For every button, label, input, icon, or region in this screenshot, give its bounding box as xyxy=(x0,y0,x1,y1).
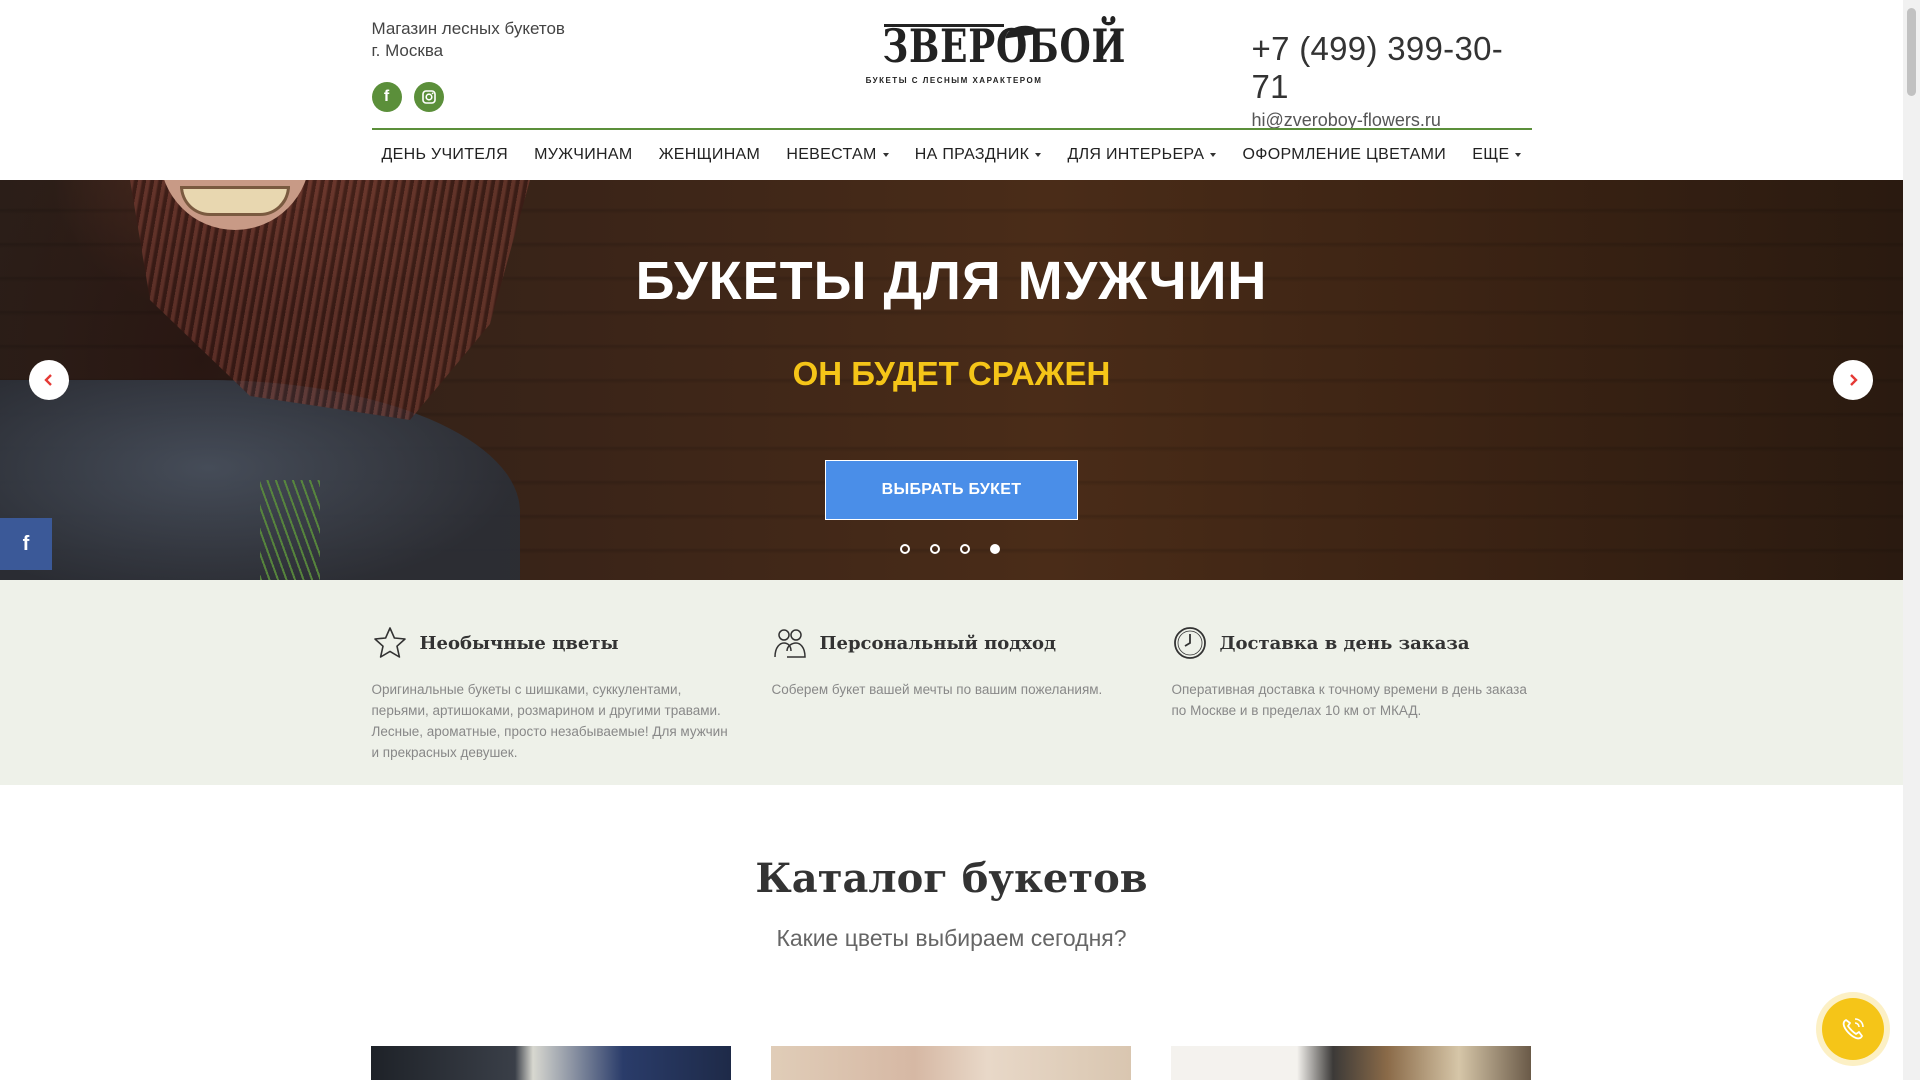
nav-item-holiday[interactable]: НА ПРАЗДНИК xyxy=(914,146,1042,164)
page-scrollbar[interactable] xyxy=(1903,0,1920,1080)
nav-item-brides[interactable]: НЕВЕСТАМ xyxy=(786,146,889,164)
shop-info: Магазин лесных букетов г. Москва xyxy=(372,18,565,62)
slider-dot-active[interactable] xyxy=(990,544,1000,554)
nav-label: ДЕНЬ УЧИТЕЛЯ xyxy=(381,146,508,163)
catalog-card-image[interactable] xyxy=(771,1046,1131,1080)
nav-item-women[interactable]: ЖЕНЩИНАМ xyxy=(659,146,760,164)
hero-subtitle: ОН БУДЕТ СРАЖЕН xyxy=(792,355,1111,392)
hero-title: БУКЕТЫ ДЛЯ МУЖЧИН xyxy=(635,251,1268,311)
facebook-share-button[interactable]: f xyxy=(0,518,52,570)
callback-button[interactable] xyxy=(1822,998,1884,1060)
nav-item-more[interactable]: ЕЩЕ xyxy=(1472,146,1522,164)
caret-down-icon xyxy=(1035,153,1042,157)
catalog-cards xyxy=(371,1046,1531,1080)
nav-label: ДЛЯ ИНТЕРЬЕРА xyxy=(1067,146,1205,163)
feature-personal-approach: Персональный подход Соберем букет вашей … xyxy=(772,625,1132,763)
star-icon xyxy=(373,627,406,658)
shop-city: г. Москва xyxy=(371,41,444,60)
feature-text: Оперативная доставка к точному времени в… xyxy=(1171,682,1527,718)
phone-icon xyxy=(1842,1018,1864,1040)
clock-icon xyxy=(1173,627,1206,659)
features-section: Необычные цветы Оригинальные букеты с ши… xyxy=(0,580,1903,785)
people-icon xyxy=(773,629,806,658)
catalog-subtitle: Какие цветы выбираем сегодня? xyxy=(776,925,1127,951)
nav-item-interior[interactable]: ДЛЯ ИНТЕРЬЕРА xyxy=(1067,146,1217,164)
logo-tagline: БУКЕТЫ С ЛЕСНЫМ ХАРАКТЕРОМ xyxy=(865,76,1043,85)
logo-brand: ЗВЕРОБОЙ xyxy=(881,19,1126,73)
scrollbar-thumb[interactable] xyxy=(1907,8,1916,96)
nav-label: НЕВЕСТАМ xyxy=(786,146,877,163)
catalog-title: Каталог букетов xyxy=(755,855,1148,902)
shop-description: Магазин лесных букетов xyxy=(371,19,565,38)
hero-photo-mask xyxy=(180,186,290,216)
nav-item-decoration[interactable]: ОФОРМЛЕНИЕ ЦВЕТАМИ xyxy=(1242,146,1446,164)
nav-item-men[interactable]: МУЖЧИНАМ xyxy=(534,146,632,164)
site-logo[interactable]: ЗВЕРОБОЙ БУКЕТЫ С ЛЕСНЫМ ХАРАКТЕРОМ xyxy=(862,18,1126,108)
choose-bouquet-button[interactable]: ВЫБРАТЬ БУКЕТ xyxy=(825,460,1078,520)
feature-title: Персональный подход xyxy=(819,632,1057,654)
slider-dot[interactable] xyxy=(930,544,940,554)
nav-item-teachers-day[interactable]: ДЕНЬ УЧИТЕЛЯ xyxy=(382,146,508,164)
caret-down-icon xyxy=(1515,153,1522,157)
main-nav: ДЕНЬ УЧИТЕЛЯ МУЖЧИНАМ ЖЕНЩИНАМ НЕВЕСТАМ … xyxy=(371,128,1532,180)
slider-dot[interactable] xyxy=(900,544,910,554)
slider-prev-button[interactable] xyxy=(29,360,69,400)
chevron-left-icon xyxy=(44,374,52,386)
nav-label: ЖЕНЩИНАМ xyxy=(658,146,761,163)
nav-label: ОФОРМЛЕНИЕ ЦВЕТАМИ xyxy=(1242,146,1447,163)
instagram-glyph xyxy=(421,90,436,104)
slider-dot[interactable] xyxy=(960,544,970,554)
caret-down-icon xyxy=(1210,153,1217,157)
feature-title: Необычные цветы xyxy=(419,632,619,654)
feature-title: Доставка в день заказа xyxy=(1219,632,1470,654)
facebook-glyph: f xyxy=(383,88,390,105)
instagram-icon[interactable] xyxy=(413,82,444,112)
slider-next-button[interactable] xyxy=(1833,360,1873,400)
site-header: Магазин лесных букетов г. Москва f ЗВЕРО… xyxy=(371,0,1532,180)
contacts: +7 (499) 399-30-71 hi@zveroboy-flowers.r… xyxy=(1252,30,1532,131)
caret-down-icon xyxy=(882,153,889,157)
catalog-card-image[interactable] xyxy=(371,1046,731,1080)
phone-link[interactable]: +7 (499) 399-30-71 xyxy=(1252,30,1504,105)
nav-label: НА ПРАЗДНИК xyxy=(914,146,1030,163)
facebook-icon: f xyxy=(22,532,30,555)
slider-dots xyxy=(900,544,1000,554)
feature-same-day-delivery: Доставка в день заказа Оперативная доста… xyxy=(1172,625,1532,763)
nav-label: МУЖЧИНАМ xyxy=(534,146,633,163)
nav-label: ЕЩЕ xyxy=(1472,146,1510,163)
feature-text: Соберем букет вашей мечты по вашим пожел… xyxy=(771,682,1103,697)
chevron-right-icon xyxy=(1850,374,1858,386)
social-links: f xyxy=(371,82,444,112)
feature-text: Оригинальные букеты с шишками, суккулент… xyxy=(371,682,728,760)
hero-slider: БУКЕТЫ ДЛЯ МУЖЧИН ОН БУДЕТ СРАЖЕН ВЫБРАТ… xyxy=(0,180,1903,580)
catalog-card-image[interactable] xyxy=(1171,1046,1531,1080)
facebook-icon[interactable]: f xyxy=(371,82,402,112)
feature-unusual-flowers: Необычные цветы Оригинальные букеты с ши… xyxy=(372,625,732,763)
page: Магазин лесных букетов г. Москва f ЗВЕРО… xyxy=(0,0,1903,1080)
hero-photo-plant xyxy=(260,480,320,580)
